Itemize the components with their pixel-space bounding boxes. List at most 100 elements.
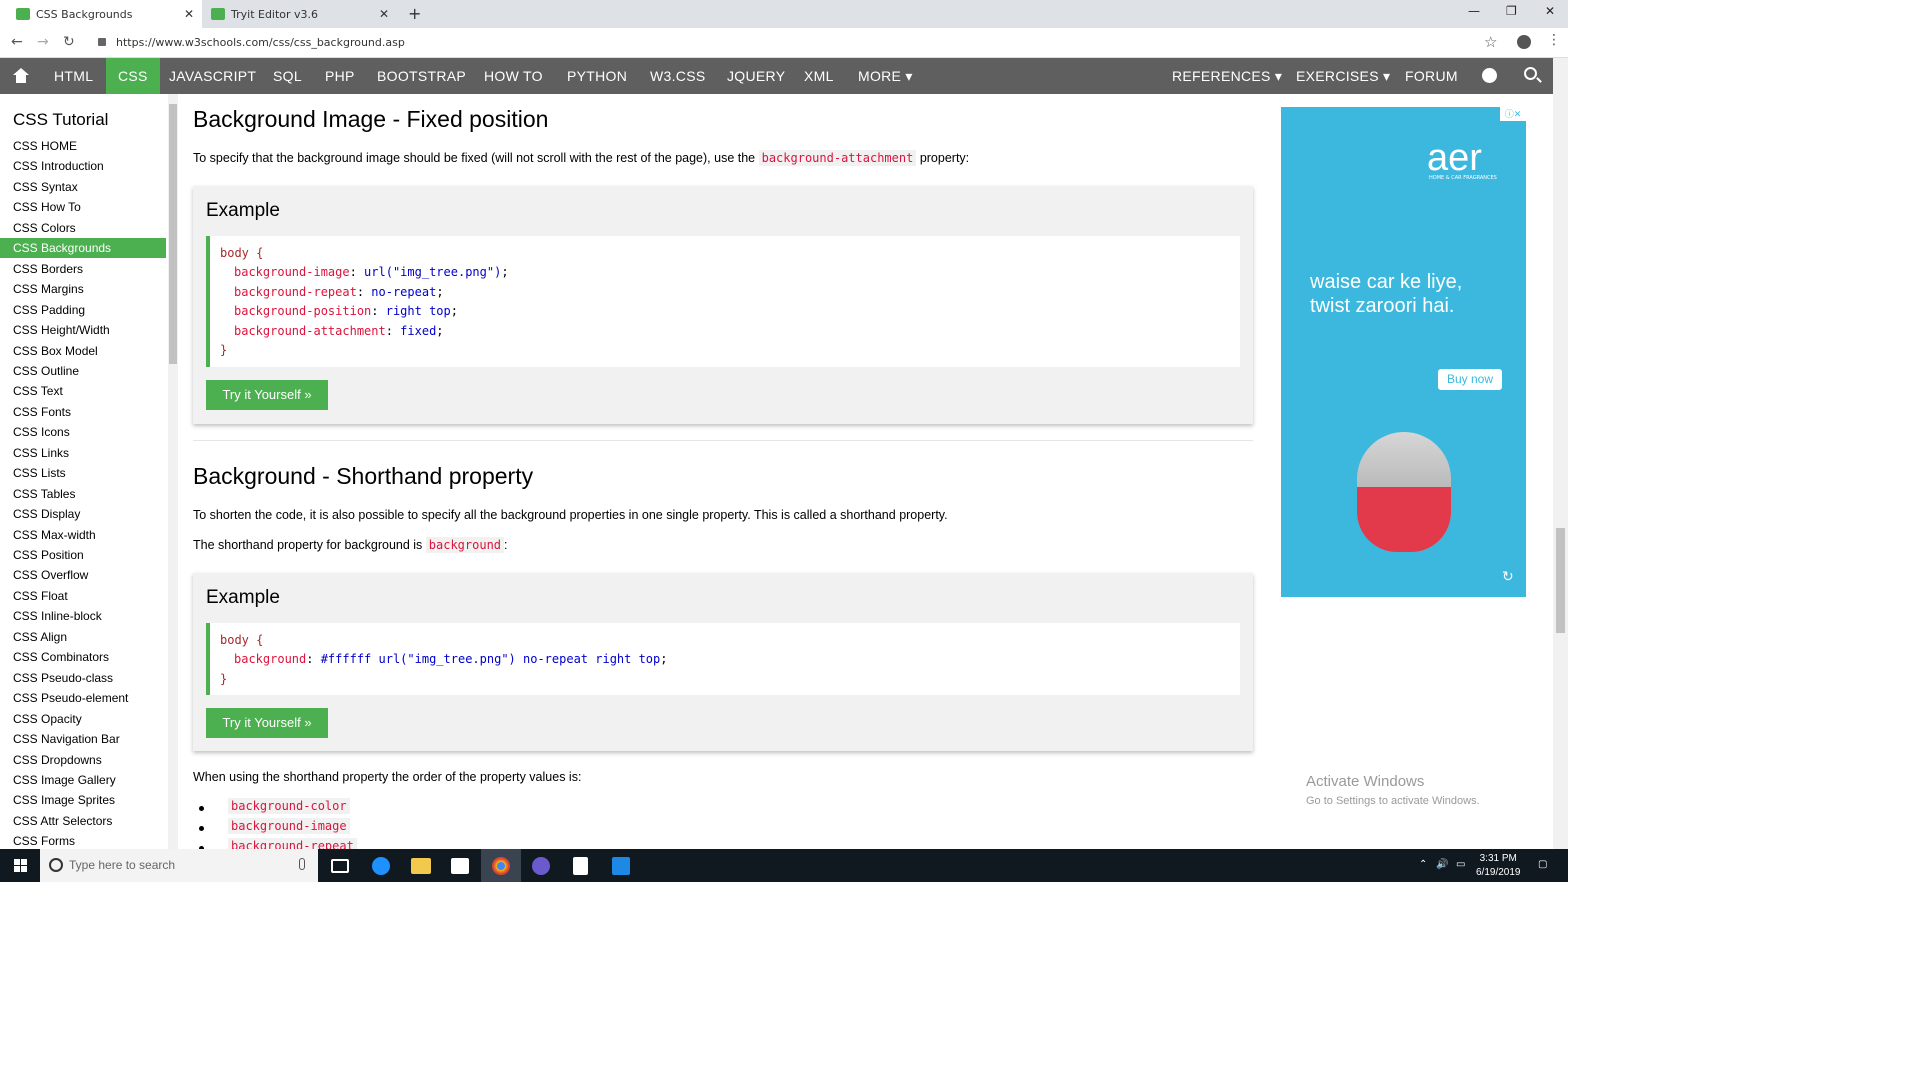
- inline-code: background: [425, 537, 505, 553]
- list-bullet: [199, 806, 204, 811]
- sidebar-item-css-position[interactable]: CSS Position: [0, 545, 166, 565]
- close-window-icon[interactable]: ✕: [1545, 4, 1555, 18]
- sidebar-item-css-fonts[interactable]: CSS Fonts: [0, 402, 166, 422]
- new-tab-icon[interactable]: +: [408, 4, 421, 23]
- file-explorer-icon[interactable]: [411, 858, 431, 874]
- sidebar-item-css-outline[interactable]: CSS Outline: [0, 361, 166, 381]
- tab-tryit-editor[interactable]: Tryit Editor v3.6 ✕: [203, 0, 397, 28]
- sidebar-item-css-links[interactable]: CSS Links: [0, 443, 166, 463]
- sidebar-item-css-navigation-bar[interactable]: CSS Navigation Bar: [0, 729, 166, 749]
- back-icon[interactable]: ←: [11, 34, 23, 50]
- ad-buy-now-button[interactable]: Buy now: [1438, 369, 1502, 390]
- home-icon[interactable]: [12, 68, 30, 84]
- sidebar-item-css-align[interactable]: CSS Align: [0, 627, 166, 647]
- sidebar-item-css-backgrounds[interactable]: CSS Backgrounds: [0, 238, 166, 259]
- forward-icon[interactable]: →: [37, 34, 49, 50]
- sidebar-scrollbar[interactable]: [168, 94, 178, 849]
- sidebar-item-css-margins[interactable]: CSS Margins: [0, 279, 166, 299]
- nav-forum[interactable]: FORUM: [1405, 58, 1458, 94]
- sidebar-item-css-combinators[interactable]: CSS Combinators: [0, 647, 166, 667]
- list-item: background-repeat: [228, 838, 357, 849]
- url-field[interactable]: https://www.w3schools.com/css/css_backgr…: [116, 36, 405, 49]
- sidebar-item-css-padding[interactable]: CSS Padding: [0, 300, 166, 320]
- sidebar-item-css-borders[interactable]: CSS Borders: [0, 259, 166, 279]
- nav-bootstrap[interactable]: BOOTSTRAP: [377, 58, 466, 94]
- vscode-icon[interactable]: [612, 857, 630, 875]
- sidebar-item-css-inline-block[interactable]: CSS Inline-block: [0, 606, 166, 626]
- nav-sql[interactable]: SQL: [273, 58, 302, 94]
- taskbar-clock[interactable]: 3:31 PM 6/19/2019: [1476, 852, 1521, 880]
- nav-more[interactable]: MORE ▾: [858, 58, 913, 94]
- sidebar-item-css-tables[interactable]: CSS Tables: [0, 484, 166, 504]
- menu-icon[interactable]: ⋮: [1547, 32, 1561, 48]
- nav-jquery[interactable]: JQUERY: [727, 58, 785, 94]
- network-icon[interactable]: ▭: [1456, 859, 1465, 870]
- minimize-icon[interactable]: —: [1468, 4, 1480, 18]
- search-icon[interactable]: [1524, 67, 1537, 80]
- sidebar-item-css-overflow[interactable]: CSS Overflow: [0, 565, 166, 585]
- nav-python[interactable]: PYTHON: [567, 58, 627, 94]
- sidebar-item-css-colors[interactable]: CSS Colors: [0, 218, 166, 238]
- notifications-icon[interactable]: ▢: [1538, 859, 1547, 870]
- ad-brand-subtitle: HOME & CAR FRAGRANCES: [1429, 175, 1497, 181]
- advertisement[interactable]: ⓘ✕ aer HOME & CAR FRAGRANCES waise car k…: [1281, 107, 1526, 597]
- page-scroll-thumb[interactable]: [1556, 528, 1565, 633]
- ad-refresh-icon[interactable]: ↻: [1502, 569, 1514, 585]
- tab-css-backgrounds[interactable]: CSS Backgrounds ✕: [0, 0, 202, 28]
- sidebar-item-css-attr-selectors[interactable]: CSS Attr Selectors: [0, 811, 166, 831]
- sidebar-item-css-image-gallery[interactable]: CSS Image Gallery: [0, 770, 166, 790]
- nav-css[interactable]: CSS: [106, 58, 160, 94]
- sidebar-title: CSS Tutorial: [13, 110, 109, 129]
- sidebar-item-css-image-sprites[interactable]: CSS Image Sprites: [0, 790, 166, 810]
- sidebar-item-css-height-width[interactable]: CSS Height/Width: [0, 320, 166, 340]
- maximize-icon[interactable]: ❐: [1506, 4, 1517, 18]
- account-icon[interactable]: [1517, 35, 1531, 49]
- sidebar-item-css-max-width[interactable]: CSS Max-width: [0, 525, 166, 545]
- sidebar-item-css-how-to[interactable]: CSS How To: [0, 197, 166, 217]
- sidebar-item-css-pseudo-element[interactable]: CSS Pseudo-element: [0, 688, 166, 708]
- edge-browser-icon[interactable]: [372, 857, 390, 875]
- try-it-yourself-button[interactable]: Try it Yourself »: [206, 708, 328, 738]
- nav-references[interactable]: REFERENCES ▾: [1172, 58, 1282, 94]
- translate-globe-icon[interactable]: [1482, 68, 1497, 83]
- eclipse-icon[interactable]: [532, 857, 550, 875]
- sidebar-item-css-display[interactable]: CSS Display: [0, 504, 166, 524]
- sidebar-item-css-opacity[interactable]: CSS Opacity: [0, 709, 166, 729]
- sidebar-item-css-box-model[interactable]: CSS Box Model: [0, 341, 166, 361]
- windows-start-icon[interactable]: [14, 859, 28, 873]
- sidebar-item-css-introduction[interactable]: CSS Introduction: [0, 156, 166, 176]
- sidebar-item-css-home[interactable]: CSS HOME: [0, 136, 166, 156]
- taskbar-search[interactable]: Type here to search: [40, 849, 318, 882]
- sidebar-item-css-lists[interactable]: CSS Lists: [0, 463, 166, 483]
- close-tab-icon[interactable]: ✕: [379, 7, 389, 21]
- volume-icon[interactable]: 🔊: [1436, 859, 1448, 870]
- store-icon[interactable]: [451, 858, 469, 874]
- chrome-icon[interactable]: [492, 857, 510, 875]
- bookmark-star-icon[interactable]: ☆: [1484, 33, 1497, 51]
- nav-w3css[interactable]: W3.CSS: [650, 58, 705, 94]
- nav-javascript[interactable]: JAVASCRIPT: [169, 58, 256, 94]
- tray-chevron-icon[interactable]: ⌃: [1419, 859, 1427, 870]
- code-line: background-position: right top;: [234, 304, 458, 318]
- nav-xml[interactable]: XML: [804, 58, 834, 94]
- nav-html[interactable]: HTML: [54, 58, 93, 94]
- task-view-icon[interactable]: [331, 859, 349, 873]
- sidebar-item-css-text[interactable]: CSS Text: [0, 381, 166, 401]
- try-it-yourself-button[interactable]: Try it Yourself »: [206, 380, 328, 410]
- nav-exercises[interactable]: EXERCISES ▾: [1296, 58, 1390, 94]
- nav-php[interactable]: PHP: [325, 58, 355, 94]
- microphone-icon[interactable]: [299, 858, 305, 870]
- sidebar-item-css-syntax[interactable]: CSS Syntax: [0, 177, 166, 197]
- sidebar-item-css-dropdowns[interactable]: CSS Dropdowns: [0, 750, 166, 770]
- sidebar-item-css-float[interactable]: CSS Float: [0, 586, 166, 606]
- reload-icon[interactable]: ↻: [63, 34, 75, 50]
- ad-close-icon[interactable]: ⓘ✕: [1500, 107, 1526, 121]
- sidebar-scroll-thumb[interactable]: [169, 104, 177, 364]
- nav-how-to[interactable]: HOW TO: [484, 58, 543, 94]
- sidebar-item-css-pseudo-class[interactable]: CSS Pseudo-class: [0, 668, 166, 688]
- close-tab-icon[interactable]: ✕: [184, 7, 194, 21]
- page-scrollbar[interactable]: [1553, 58, 1568, 849]
- sidebar-item-css-forms[interactable]: CSS Forms: [0, 831, 166, 849]
- sidebar-item-css-icons[interactable]: CSS Icons: [0, 422, 166, 442]
- notepad-icon[interactable]: [573, 857, 588, 875]
